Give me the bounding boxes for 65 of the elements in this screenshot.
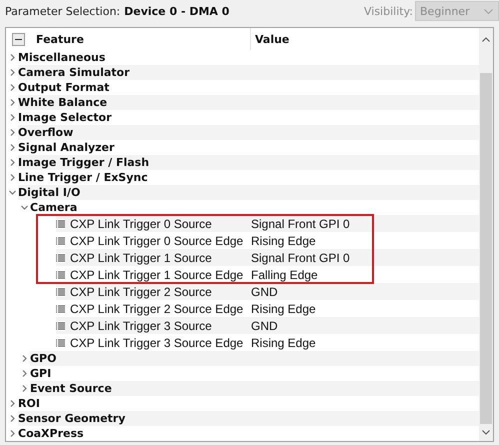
list-icon	[56, 220, 65, 228]
category-label[interactable]: Event Source	[30, 382, 112, 395]
chevron-right-icon[interactable]	[21, 370, 28, 377]
parameter-name[interactable]: CXP Link Trigger 3 Source Edge	[70, 336, 244, 350]
column-header[interactable]: Value	[251, 28, 290, 50]
collapse-all-icon[interactable]	[12, 32, 24, 46]
parameter-value[interactable]: Signal Front GPI 0	[251, 216, 350, 230]
parameter-value[interactable]: GND	[251, 318, 278, 332]
category-label[interactable]: Image Selector	[18, 111, 112, 124]
parameter-name[interactable]: CXP Link Trigger 1 Source Edge	[70, 268, 244, 282]
chevron-right-icon[interactable]	[9, 430, 16, 437]
parameter-value[interactable]: Falling Edge	[251, 268, 318, 282]
parameter-value[interactable]: Rising Edge	[251, 302, 316, 316]
parameter-name[interactable]: CXP Link Trigger 2 Source Edge	[70, 302, 244, 316]
scrollbar[interactable]	[479, 28, 493, 441]
parameter-value[interactable]: Rising Edge	[251, 234, 316, 248]
caret-icon	[484, 8, 493, 14]
chevron-right-icon[interactable]	[9, 54, 16, 61]
chevron-right-icon[interactable]	[9, 114, 16, 121]
list-icon	[56, 322, 65, 330]
chevron-right-icon[interactable]	[9, 400, 16, 407]
chevron-right-icon[interactable]	[9, 174, 16, 181]
chevron-right-icon[interactable]	[9, 99, 16, 106]
chevron-down-icon[interactable]	[21, 204, 28, 211]
chevron-right-icon[interactable]	[21, 385, 28, 392]
list-icon	[56, 288, 65, 296]
list-icon	[56, 236, 65, 244]
parameter-name[interactable]: CXP Link Trigger 2 Source	[70, 284, 212, 298]
category-label[interactable]: Line Trigger / ExSync	[18, 171, 148, 184]
visibility-label: Visibility:	[364, 4, 413, 18]
chevron-right-icon[interactable]	[9, 415, 16, 422]
parameter-name[interactable]: CXP Link Trigger 1 Source	[70, 250, 212, 264]
parameter-value[interactable]: GND	[251, 284, 278, 298]
chevron-right-icon[interactable]	[21, 355, 28, 362]
chevron-right-icon[interactable]	[9, 69, 16, 76]
scroll-down-icon[interactable]	[482, 430, 490, 435]
parameter-name[interactable]: CXP Link Trigger 3 Source	[70, 318, 212, 332]
parameter-value[interactable]: Signal Front GPI 0	[251, 250, 350, 264]
chevron-down-icon[interactable]	[9, 189, 16, 196]
parameter-value[interactable]: Rising Edge	[251, 336, 316, 350]
list-icon	[56, 304, 65, 312]
category-label[interactable]: GPO	[30, 352, 56, 365]
chevron-right-icon[interactable]	[9, 84, 16, 91]
list-icon	[56, 338, 65, 346]
category-label[interactable]: White Balance	[18, 96, 108, 109]
category-label[interactable]: Output Format	[18, 81, 110, 94]
list-icon	[56, 270, 65, 278]
category-label[interactable]: Miscellaneous	[18, 51, 106, 64]
category-label[interactable]: ROI	[18, 397, 40, 410]
parameter-name[interactable]: CXP Link Trigger 0 Source	[70, 216, 212, 230]
category-label[interactable]: Signal Analyzer	[18, 141, 114, 154]
parameter-selection-label: Parameter Selection:	[5, 4, 120, 18]
scrollbar-thumb[interactable]	[480, 73, 492, 424]
device-name: Device 0 - DMA 0	[124, 4, 230, 18]
category-label[interactable]: CoaXPress	[18, 427, 84, 440]
category-label[interactable]: Digital I/O	[18, 186, 80, 199]
parameter-name[interactable]: CXP Link Trigger 0 Source Edge	[70, 234, 244, 248]
scroll-up-icon[interactable]	[482, 36, 490, 42]
category-label[interactable]: GPI	[30, 367, 52, 380]
chevron-right-icon[interactable]	[9, 129, 16, 136]
list-icon	[56, 254, 65, 262]
chevron-right-icon[interactable]	[9, 159, 16, 166]
category-label[interactable]: Overflow	[18, 126, 74, 139]
category-label[interactable]: Camera	[30, 201, 78, 214]
chevron-right-icon[interactable]	[9, 144, 16, 151]
